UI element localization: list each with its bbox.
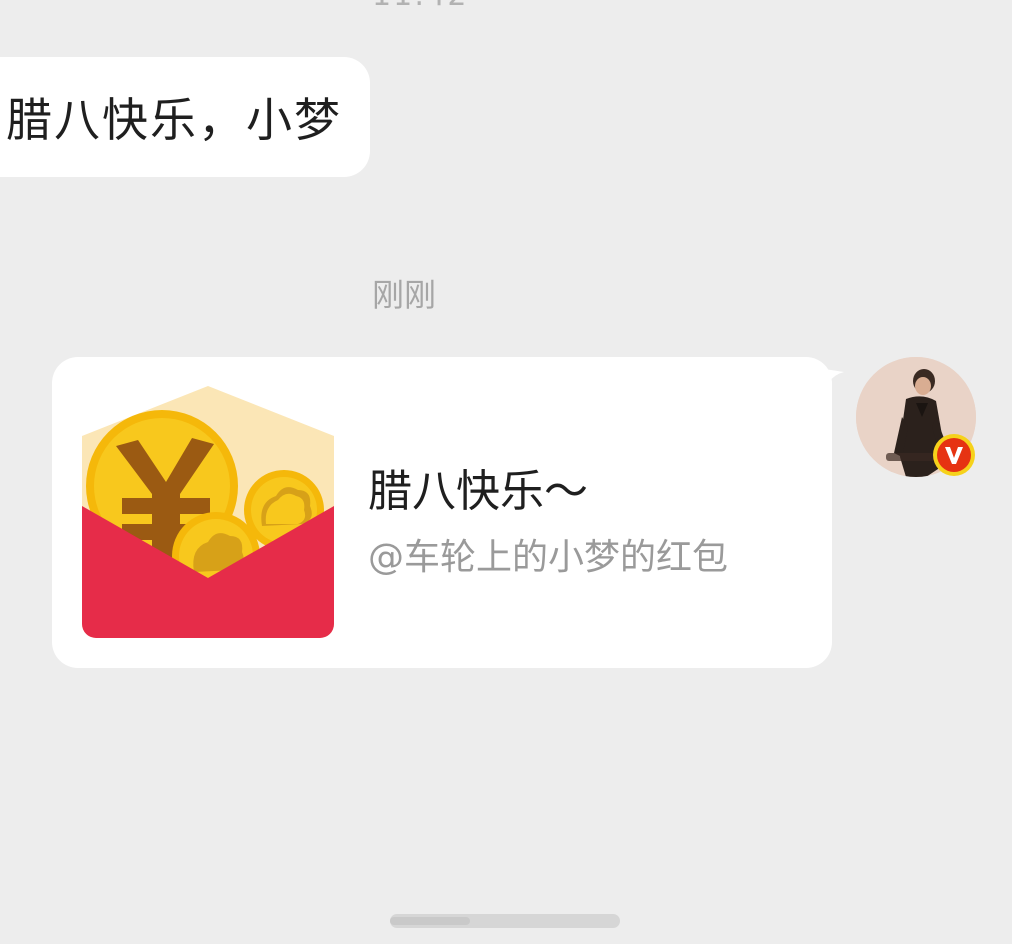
red-envelope-icon <box>82 386 334 638</box>
incoming-message-text: 腊八快乐，小梦 <box>6 93 342 147</box>
red-packet-title: 腊八快乐～ <box>368 466 588 517</box>
verified-badge-icon <box>933 434 975 476</box>
message-timestamp: 刚刚 <box>372 276 437 314</box>
red-packet-subtitle: @车轮上的小梦的红包 <box>368 537 729 578</box>
bubble-tail <box>818 368 844 394</box>
home-indicator <box>390 914 620 928</box>
top-timestamp: 11:42 <box>372 0 468 13</box>
